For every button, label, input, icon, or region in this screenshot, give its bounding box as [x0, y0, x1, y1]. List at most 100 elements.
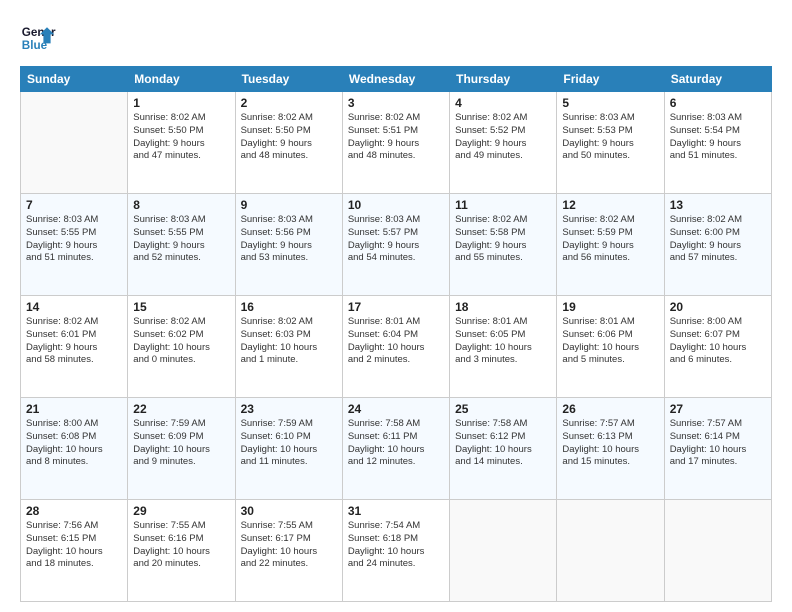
- day-info: Sunrise: 8:02 AMSunset: 5:59 PMDaylight:…: [562, 214, 658, 265]
- calendar-cell: [21, 92, 128, 194]
- calendar-cell: 12 Sunrise: 8:02 AMSunset: 5:59 PMDayligh…: [557, 194, 664, 296]
- day-info: Sunrise: 8:03 AMSunset: 5:53 PMDaylight:…: [562, 112, 658, 163]
- day-number: 12: [562, 198, 658, 212]
- day-number: 27: [670, 402, 766, 416]
- calendar-cell: 30 Sunrise: 7:55 AMSunset: 6:17 PMDayligh…: [235, 500, 342, 602]
- calendar-cell: 8 Sunrise: 8:03 AMSunset: 5:55 PMDaylight…: [128, 194, 235, 296]
- calendar-cell: [664, 500, 771, 602]
- calendar-cell: 7 Sunrise: 8:03 AMSunset: 5:55 PMDaylight…: [21, 194, 128, 296]
- day-info: Sunrise: 8:02 AMSunset: 5:50 PMDaylight:…: [133, 112, 229, 163]
- calendar-week-row: 21 Sunrise: 8:00 AMSunset: 6:08 PMDayligh…: [21, 398, 772, 500]
- day-number: 28: [26, 504, 122, 518]
- page: General Blue SundayMondayTuesdayWednesda…: [0, 0, 792, 612]
- day-number: 4: [455, 96, 551, 110]
- calendar-cell: 11Sunrise: 8:02 AMSunset: 5:58 PMDayligh…: [450, 194, 557, 296]
- day-header-friday: Friday: [557, 67, 664, 92]
- day-number: 20: [670, 300, 766, 314]
- day-info: Sunrise: 8:02 AMSunset: 6:03 PMDaylight:…: [241, 316, 337, 367]
- day-number: 1: [133, 96, 229, 110]
- day-number: 6: [670, 96, 766, 110]
- day-info: Sunrise: 7:58 AMSunset: 6:11 PMDaylight:…: [348, 418, 444, 469]
- day-info: Sunrise: 8:01 AMSunset: 6:04 PMDaylight:…: [348, 316, 444, 367]
- day-number: 29: [133, 504, 229, 518]
- day-number: 8: [133, 198, 229, 212]
- calendar-cell: 25Sunrise: 7:58 AMSunset: 6:12 PMDayligh…: [450, 398, 557, 500]
- calendar-table: SundayMondayTuesdayWednesdayThursdayFrid…: [20, 66, 772, 602]
- calendar-cell: 19 Sunrise: 8:01 AMSunset: 6:06 PMDayligh…: [557, 296, 664, 398]
- day-info: Sunrise: 8:03 AMSunset: 5:56 PMDaylight:…: [241, 214, 337, 265]
- calendar-cell: 21 Sunrise: 8:00 AMSunset: 6:08 PMDayligh…: [21, 398, 128, 500]
- day-info: Sunrise: 8:03 AMSunset: 5:54 PMDaylight:…: [670, 112, 766, 163]
- logo: General Blue: [20, 20, 56, 56]
- calendar-cell: 29Sunrise: 7:55 AMSunset: 6:16 PMDayligh…: [128, 500, 235, 602]
- calendar-cell: 23 Sunrise: 7:59 AMSunset: 6:10 PMDayligh…: [235, 398, 342, 500]
- calendar-cell: 31 Sunrise: 7:54 AMSunset: 6:18 PMDayligh…: [342, 500, 449, 602]
- day-info: Sunrise: 8:02 AMSunset: 6:00 PMDaylight:…: [670, 214, 766, 265]
- day-number: 18: [455, 300, 551, 314]
- calendar-cell: 14Sunrise: 8:02 AMSunset: 6:01 PMDayligh…: [21, 296, 128, 398]
- day-number: 9: [241, 198, 337, 212]
- calendar-cell: 5 Sunrise: 8:03 AMSunset: 5:53 PMDaylight…: [557, 92, 664, 194]
- day-info: Sunrise: 8:00 AMSunset: 6:08 PMDaylight:…: [26, 418, 122, 469]
- day-info: Sunrise: 7:55 AMSunset: 6:17 PMDaylight:…: [241, 520, 337, 571]
- calendar-cell: 18 Sunrise: 8:01 AMSunset: 6:05 PMDayligh…: [450, 296, 557, 398]
- calendar-cell: 24Sunrise: 7:58 AMSunset: 6:11 PMDayligh…: [342, 398, 449, 500]
- calendar-cell: 22 Sunrise: 7:59 AMSunset: 6:09 PMDayligh…: [128, 398, 235, 500]
- calendar-cell: 9 Sunrise: 8:03 AMSunset: 5:56 PMDaylight…: [235, 194, 342, 296]
- calendar-cell: 4 Sunrise: 8:02 AMSunset: 5:52 PMDaylight…: [450, 92, 557, 194]
- calendar-cell: 1 Sunrise: 8:02 AMSunset: 5:50 PMDaylight…: [128, 92, 235, 194]
- day-info: Sunrise: 7:54 AMSunset: 6:18 PMDaylight:…: [348, 520, 444, 571]
- day-number: 21: [26, 402, 122, 416]
- calendar-header-row: SundayMondayTuesdayWednesdayThursdayFrid…: [21, 67, 772, 92]
- day-number: 14: [26, 300, 122, 314]
- day-header-monday: Monday: [128, 67, 235, 92]
- calendar-cell: 17 Sunrise: 8:01 AMSunset: 6:04 PMDayligh…: [342, 296, 449, 398]
- day-number: 10: [348, 198, 444, 212]
- day-header-thursday: Thursday: [450, 67, 557, 92]
- calendar-cell: [450, 500, 557, 602]
- day-info: Sunrise: 8:01 AMSunset: 6:06 PMDaylight:…: [562, 316, 658, 367]
- day-info: Sunrise: 7:56 AMSunset: 6:15 PMDaylight:…: [26, 520, 122, 571]
- calendar-cell: 27 Sunrise: 7:57 AMSunset: 6:14 PMDayligh…: [664, 398, 771, 500]
- calendar-week-row: 7 Sunrise: 8:03 AMSunset: 5:55 PMDaylight…: [21, 194, 772, 296]
- day-header-wednesday: Wednesday: [342, 67, 449, 92]
- calendar-cell: 26Sunrise: 7:57 AMSunset: 6:13 PMDayligh…: [557, 398, 664, 500]
- day-info: Sunrise: 8:01 AMSunset: 6:05 PMDaylight:…: [455, 316, 551, 367]
- day-header-tuesday: Tuesday: [235, 67, 342, 92]
- day-number: 22: [133, 402, 229, 416]
- day-info: Sunrise: 8:03 AMSunset: 5:57 PMDaylight:…: [348, 214, 444, 265]
- calendar-cell: 13Sunrise: 8:02 AMSunset: 6:00 PMDayligh…: [664, 194, 771, 296]
- day-header-sunday: Sunday: [21, 67, 128, 92]
- calendar-week-row: 14Sunrise: 8:02 AMSunset: 6:01 PMDayligh…: [21, 296, 772, 398]
- day-number: 26: [562, 402, 658, 416]
- day-number: 7: [26, 198, 122, 212]
- day-info: Sunrise: 8:03 AMSunset: 5:55 PMDaylight:…: [26, 214, 122, 265]
- day-number: 31: [348, 504, 444, 518]
- day-info: Sunrise: 8:02 AMSunset: 5:52 PMDaylight:…: [455, 112, 551, 163]
- day-number: 17: [348, 300, 444, 314]
- day-info: Sunrise: 7:59 AMSunset: 6:10 PMDaylight:…: [241, 418, 337, 469]
- day-info: Sunrise: 8:03 AMSunset: 5:55 PMDaylight:…: [133, 214, 229, 265]
- calendar-cell: 2 Sunrise: 8:02 AMSunset: 5:50 PMDaylight…: [235, 92, 342, 194]
- day-info: Sunrise: 7:59 AMSunset: 6:09 PMDaylight:…: [133, 418, 229, 469]
- day-header-saturday: Saturday: [664, 67, 771, 92]
- calendar-week-row: 1 Sunrise: 8:02 AMSunset: 5:50 PMDaylight…: [21, 92, 772, 194]
- day-info: Sunrise: 8:02 AMSunset: 5:50 PMDaylight:…: [241, 112, 337, 163]
- calendar-week-row: 28 Sunrise: 7:56 AMSunset: 6:15 PMDayligh…: [21, 500, 772, 602]
- day-number: 19: [562, 300, 658, 314]
- day-number: 3: [348, 96, 444, 110]
- header: General Blue: [20, 20, 772, 56]
- day-number: 11: [455, 198, 551, 212]
- day-number: 30: [241, 504, 337, 518]
- day-number: 5: [562, 96, 658, 110]
- logo-icon: General Blue: [20, 20, 56, 56]
- day-number: 23: [241, 402, 337, 416]
- day-info: Sunrise: 8:02 AMSunset: 6:02 PMDaylight:…: [133, 316, 229, 367]
- calendar-cell: 3Sunrise: 8:02 AMSunset: 5:51 PMDaylight…: [342, 92, 449, 194]
- day-number: 2: [241, 96, 337, 110]
- day-info: Sunrise: 7:58 AMSunset: 6:12 PMDaylight:…: [455, 418, 551, 469]
- day-info: Sunrise: 7:57 AMSunset: 6:14 PMDaylight:…: [670, 418, 766, 469]
- day-number: 16: [241, 300, 337, 314]
- calendar-cell: [557, 500, 664, 602]
- day-number: 15: [133, 300, 229, 314]
